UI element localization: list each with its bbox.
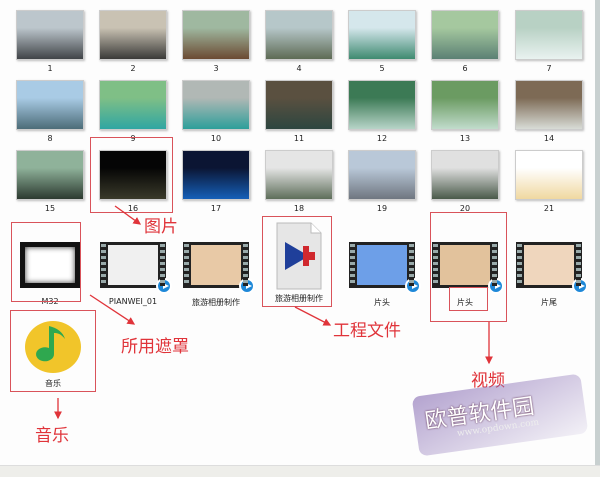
file-label: 13 xyxy=(459,134,471,143)
highlight-box xyxy=(262,216,332,307)
file-label: 10 xyxy=(210,134,222,143)
file-image[interactable]: 4 xyxy=(259,10,339,73)
play-icon xyxy=(156,278,172,294)
file-label: 11 xyxy=(293,134,305,143)
file-video[interactable]: 片头 xyxy=(342,242,422,308)
image-thumbnail xyxy=(182,150,250,200)
annotation-project: 工程文件 xyxy=(333,321,401,341)
file-label: 8 xyxy=(47,134,53,143)
file-image[interactable]: 17 xyxy=(176,150,256,213)
file-image[interactable]: 6 xyxy=(425,10,505,73)
scrollbar[interactable] xyxy=(595,0,600,465)
image-thumbnail xyxy=(16,150,84,200)
annotation-pictures: 图片 xyxy=(144,217,178,237)
file-label: 15 xyxy=(44,204,56,213)
image-thumbnail xyxy=(515,80,583,130)
play-icon xyxy=(239,278,255,294)
file-label: 4 xyxy=(296,64,302,73)
image-thumbnail xyxy=(265,10,333,60)
file-label: 12 xyxy=(376,134,388,143)
file-label: 1 xyxy=(47,64,53,73)
image-thumbnail xyxy=(431,150,499,200)
file-video[interactable]: PIANWEI_01 xyxy=(93,242,173,306)
image-thumbnail xyxy=(348,10,416,60)
image-thumbnail xyxy=(431,10,499,60)
file-label: 19 xyxy=(376,204,388,213)
file-image[interactable]: 13 xyxy=(425,80,505,143)
file-label: 3 xyxy=(213,64,219,73)
file-image[interactable]: 7 xyxy=(509,10,589,73)
annotation-music: 音乐 xyxy=(35,426,69,446)
file-video[interactable]: 片尾 xyxy=(509,242,589,308)
image-thumbnail xyxy=(431,80,499,130)
video-thumbnail xyxy=(183,242,255,294)
file-image[interactable]: 9 xyxy=(93,80,173,143)
image-thumbnail xyxy=(515,150,583,200)
highlight-box xyxy=(449,287,488,311)
file-image[interactable]: 21 xyxy=(509,150,589,213)
file-label: 21 xyxy=(543,204,555,213)
file-label: PIANWEI_01 xyxy=(108,297,158,306)
image-thumbnail xyxy=(348,80,416,130)
play-icon xyxy=(572,278,588,294)
image-thumbnail xyxy=(182,80,250,130)
file-label: 18 xyxy=(293,204,305,213)
image-thumbnail xyxy=(99,80,167,130)
file-label: 7 xyxy=(546,64,552,73)
highlight-box xyxy=(90,137,173,213)
file-image[interactable]: 18 xyxy=(259,150,339,213)
file-image[interactable]: 20 xyxy=(425,150,505,213)
file-label: 17 xyxy=(210,204,222,213)
file-label: 片尾 xyxy=(541,298,557,307)
file-image[interactable]: 8 xyxy=(10,80,90,143)
video-thumbnail xyxy=(516,242,588,294)
file-image[interactable]: 2 xyxy=(93,10,173,73)
annotation-masks: 所用遮罩 xyxy=(121,337,189,357)
image-thumbnail xyxy=(265,150,333,200)
file-label: 2 xyxy=(130,64,136,73)
file-label: 片头 xyxy=(374,298,390,307)
file-image[interactable]: 10 xyxy=(176,80,256,143)
image-thumbnail xyxy=(348,150,416,200)
highlight-box xyxy=(10,310,96,392)
file-image[interactable]: 14 xyxy=(509,80,589,143)
image-thumbnail xyxy=(16,80,84,130)
file-label: 6 xyxy=(462,64,468,73)
file-image[interactable]: 19 xyxy=(342,150,422,213)
status-bar xyxy=(0,465,600,477)
file-image[interactable]: 15 xyxy=(10,150,90,213)
highlight-box xyxy=(11,222,81,302)
watermark: 欧普软件园 www.opdown.com xyxy=(411,373,589,457)
file-image[interactable]: 12 xyxy=(342,80,422,143)
file-image[interactable]: 3 xyxy=(176,10,256,73)
image-thumbnail xyxy=(182,10,250,60)
file-label: 5 xyxy=(379,64,385,73)
file-video[interactable]: 旅游相册制作 xyxy=(176,242,256,308)
play-icon xyxy=(405,278,421,294)
file-image[interactable]: 5 xyxy=(342,10,422,73)
video-thumbnail xyxy=(100,242,172,294)
video-thumbnail xyxy=(349,242,421,294)
image-thumbnail xyxy=(515,10,583,60)
file-label: 14 xyxy=(543,134,555,143)
file-label: 旅游相册制作 xyxy=(192,298,240,307)
image-thumbnail xyxy=(265,80,333,130)
arrow xyxy=(294,306,332,326)
file-image[interactable]: 1 xyxy=(10,10,90,73)
image-thumbnail xyxy=(16,10,84,60)
image-thumbnail xyxy=(99,10,167,60)
file-image[interactable]: 11 xyxy=(259,80,339,143)
